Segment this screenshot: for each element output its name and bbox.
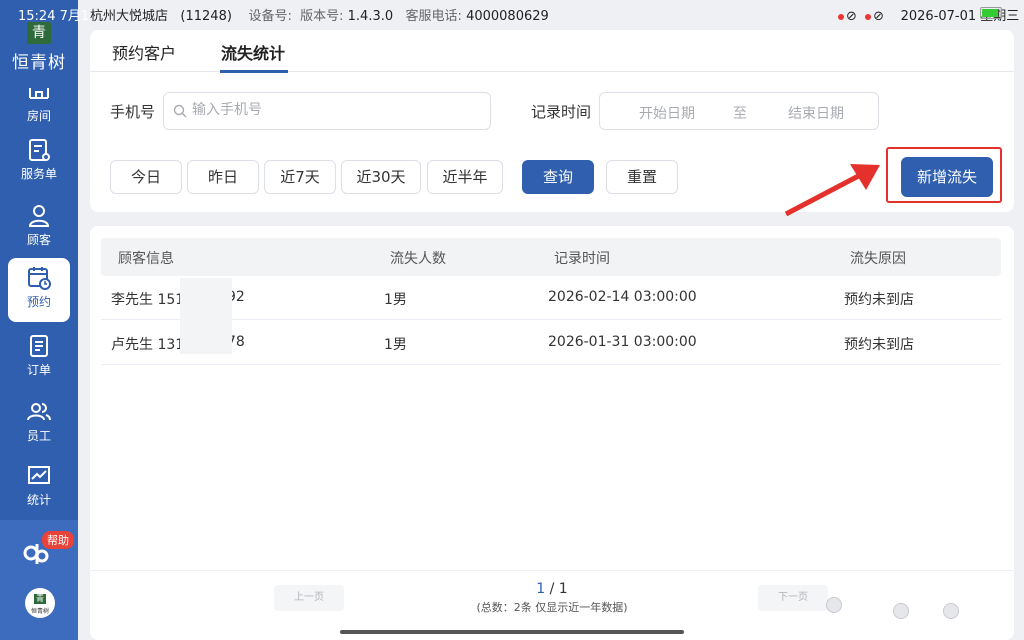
total-count: (总数：2条 仅显示近一年数据) <box>476 601 628 614</box>
logo-text: 恒青树 <box>12 53 66 73</box>
mic-dot-icon <box>865 13 872 20</box>
phone-input[interactable] <box>192 102 472 118</box>
device-label: 设备号: <box>248 9 292 24</box>
reason-cell: 预约未到店 <box>844 337 914 353</box>
room-icon <box>29 88 49 99</box>
phone-redaction-mask <box>180 278 232 354</box>
service-order-icon <box>29 139 50 161</box>
sidebar-item-label: 员工 <box>26 429 51 443</box>
record-time-label: 记录时间 <box>531 103 592 121</box>
brand-logo: 青 恒青树 <box>25 588 55 618</box>
record-dot-icon <box>838 13 844 20</box>
floating-dot-icon[interactable] <box>943 603 959 619</box>
customer-cell: 卢先生 131 <box>111 337 185 353</box>
calendar-clock-icon <box>28 267 51 290</box>
floating-dot-icon[interactable] <box>893 603 909 619</box>
brand-mark: 青 <box>34 594 46 604</box>
date-range-picker[interactable]: 开始日期 至 结束日期 <box>599 92 879 130</box>
sidebar: 青 恒青树 房间 服务单 顾客 预约 订单 员工 统计 帮助 青 恒青树 <box>0 0 78 640</box>
table-row[interactable]: 卢先生 131 78 1男 2026-01-31 03:00:00 预约未到店 <box>101 321 1001 365</box>
home-indicator[interactable] <box>340 630 684 634</box>
current-page: 1 <box>536 581 546 597</box>
total-pages: / 1 <box>549 581 568 597</box>
page-number: 1 / 1 <box>466 581 638 597</box>
reset-button[interactable]: 重置 <box>606 160 678 194</box>
reason-cell: 预约未到店 <box>844 292 914 308</box>
column-header: 流失人数 <box>390 251 446 267</box>
brand-text: 恒青树 <box>30 608 49 615</box>
sidebar-item-room[interactable]: 房间 <box>8 72 70 134</box>
store-code: (11248) <box>180 9 232 24</box>
count-cell: 1男 <box>384 292 407 308</box>
tab-appointment-customers[interactable]: 预约客户 <box>112 40 176 64</box>
arrow-annotation <box>784 164 880 217</box>
phone-field[interactable] <box>163 92 491 130</box>
table-header: 顾客信息 流失人数 记录时间 流失原因 <box>101 238 1001 276</box>
status-bar: 15:24 7月1 杭州大悦城店 (11248) 设备号: 版本号: 1.4.3… <box>0 0 1024 26</box>
column-header: 流失原因 <box>850 251 906 267</box>
version-value: 1.4.3.0 <box>347 9 394 24</box>
mic-off-icon: ⊘ <box>873 9 885 24</box>
quick-today-button[interactable]: 今日 <box>110 160 182 194</box>
quick-halfyear-button[interactable]: 近半年 <box>427 160 503 194</box>
staff-icon <box>27 403 51 421</box>
sidebar-item-label: 服务单 <box>20 167 57 181</box>
sidebar-item-customer[interactable]: 顾客 <box>8 196 70 258</box>
start-date[interactable]: 开始日期 <box>639 103 695 123</box>
service-label: 客服电话: <box>405 9 462 24</box>
sidebar-item-staff[interactable]: 员工 <box>8 392 70 454</box>
time-cell: 2026-02-14 03:00:00 <box>548 289 697 305</box>
customer-cell: 李先生 151 <box>111 292 185 308</box>
tab-active-indicator <box>220 70 288 73</box>
column-header: 记录时间 <box>554 251 610 267</box>
floating-dot-icon[interactable] <box>826 597 842 613</box>
highlight-box <box>886 147 1002 203</box>
next-page-button[interactable]: 下一页 <box>758 585 828 611</box>
page-info: 1 / 1 (总数：2条 仅显示近一年数据) <box>466 581 638 615</box>
store-info: 杭州大悦城店 (11248) 设备号: 版本号: 1.4.3.0 客服电话: 4… <box>90 5 549 24</box>
battery-icon <box>980 7 1002 19</box>
query-button[interactable]: 查询 <box>522 160 594 194</box>
time-cell: 2026-01-31 03:00:00 <box>548 334 697 350</box>
sidebar-item-label: 预约 <box>26 295 51 309</box>
sidebar-item-label: 统计 <box>26 493 51 507</box>
help-badge[interactable]: 帮助 <box>42 531 74 549</box>
quick-yesterday-button[interactable]: 昨日 <box>187 160 259 194</box>
date-separator: 至 <box>733 106 747 122</box>
column-header: 顾客信息 <box>118 251 174 267</box>
sidebar-item-label: 订单 <box>26 363 51 377</box>
phone-label: 手机号 <box>110 103 156 121</box>
tab-bar: 预约客户 流失统计 <box>90 30 1014 73</box>
prev-page-button[interactable]: 上一页 <box>274 585 344 611</box>
status-time: 15:24 7月1 <box>18 9 90 24</box>
sidebar-item-service-order[interactable]: 服务单 <box>8 130 70 192</box>
quick-7days-button[interactable]: 近7天 <box>264 160 336 194</box>
chart-icon <box>28 466 50 484</box>
sidebar-item-order[interactable]: 订单 <box>8 326 70 388</box>
search-icon <box>173 104 187 118</box>
tab-churn-stats[interactable]: 流失统计 <box>221 40 285 64</box>
count-cell: 1男 <box>384 337 407 353</box>
sidebar-item-label: 房间 <box>26 109 51 123</box>
table-panel: 顾客信息 流失人数 记录时间 流失原因 李先生 151 92 1男 2026-0… <box>90 226 1014 640</box>
sidebar-item-appointment[interactable]: 预约 <box>8 258 70 322</box>
customer-icon <box>28 205 50 227</box>
quick-30days-button[interactable]: 近30天 <box>341 160 421 194</box>
store-name: 杭州大悦城店 <box>90 9 169 24</box>
camera-off-icon: ⊘ <box>846 9 857 24</box>
table-row[interactable]: 李先生 151 92 1男 2026-02-14 03:00:00 预约未到店 <box>101 276 1001 320</box>
version-label: 版本号: <box>300 9 344 24</box>
sidebar-item-statistics[interactable]: 统计 <box>8 456 70 518</box>
service-phone: 4000080629 <box>466 9 549 24</box>
end-date[interactable]: 结束日期 <box>788 103 844 123</box>
order-icon <box>30 335 48 357</box>
sidebar-item-label: 顾客 <box>26 233 51 247</box>
